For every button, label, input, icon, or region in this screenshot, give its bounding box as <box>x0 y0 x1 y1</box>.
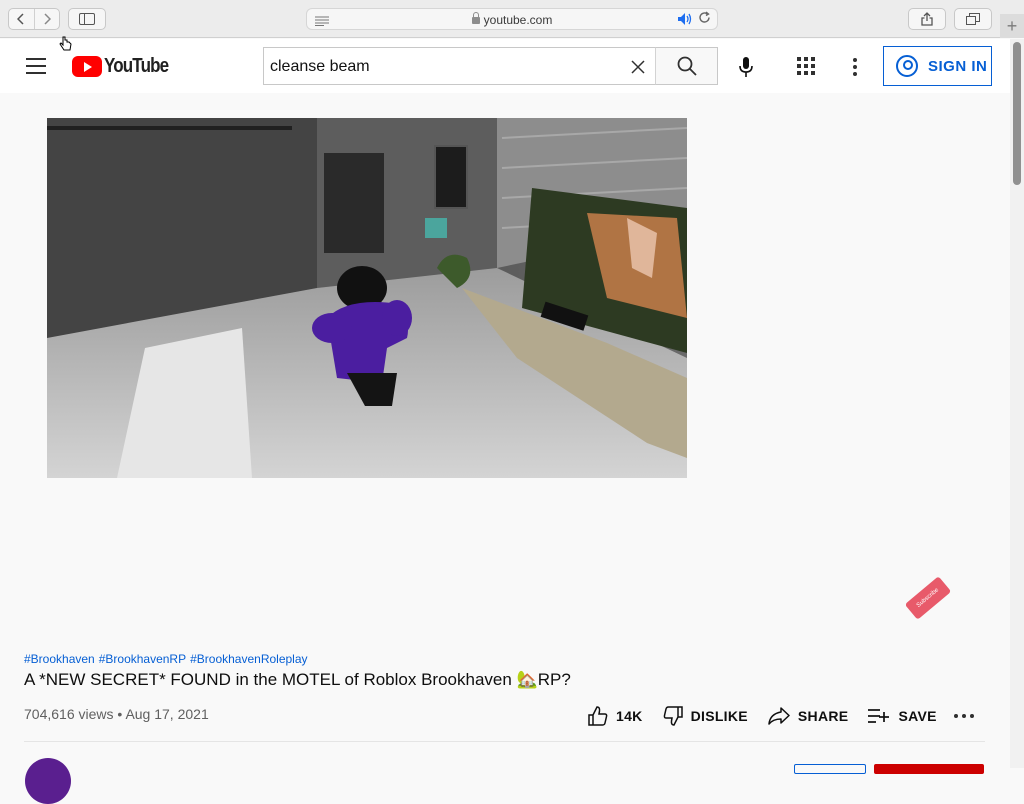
video-actions: 14K DISLIKE SHARE SAVE <box>588 704 957 728</box>
page-scrollbar[interactable] <box>1010 39 1024 768</box>
share-button[interactable]: SHARE <box>768 707 849 725</box>
search-icon <box>677 56 697 76</box>
video-player[interactable] <box>47 118 687 478</box>
logo-wordmark: YouTube <box>104 54 169 77</box>
sign-in-label: SIGN IN <box>928 57 988 75</box>
microphone-icon <box>739 57 753 77</box>
hashtag-link[interactable]: #BrookhavenRP <box>99 652 186 666</box>
search-button[interactable] <box>655 47 718 85</box>
subscribe-button[interactable] <box>874 764 984 774</box>
like-count: 14K <box>616 708 643 724</box>
share-sheet-icon <box>921 12 933 26</box>
playlist-add-icon <box>868 709 890 723</box>
reload-icon[interactable] <box>698 11 711 27</box>
meta-separator: • <box>117 706 123 722</box>
url-text: youtube.com <box>483 13 553 27</box>
audio-playing-icon[interactable] <box>677 12 693 29</box>
more-actions-icon[interactable] <box>954 708 974 724</box>
sidebar-icon <box>79 13 95 25</box>
youtube-play-icon <box>72 55 102 77</box>
sidebar-toggle-button[interactable] <box>68 8 106 30</box>
sign-in-button[interactable]: SIGN IN <box>883 46 992 86</box>
watermark-label: Subscribe <box>915 587 941 609</box>
share-label: SHARE <box>797 708 849 724</box>
address-url: youtube.com <box>307 12 717 27</box>
hashtag-list: #Brookhaven #BrookhavenRP #BrookhavenRolep… <box>24 652 312 666</box>
dislike-button[interactable]: DISLIKE <box>663 706 748 726</box>
subscribe-watermark-button[interactable]: Subscribe <box>904 576 952 620</box>
voice-search-button[interactable] <box>734 55 758 79</box>
save-button[interactable]: SAVE <box>868 708 936 724</box>
save-label: SAVE <box>898 708 937 724</box>
video-frame <box>47 118 687 478</box>
plus-icon: + <box>1006 16 1018 36</box>
mouse-cursor-icon <box>59 36 73 55</box>
back-button[interactable] <box>9 9 34 29</box>
apps-grid-icon[interactable] <box>797 57 817 77</box>
chevron-right-icon <box>44 13 51 25</box>
youtube-header: YouTube cleanse beam SIGN IN <box>0 39 1010 93</box>
like-button[interactable]: 14K <box>588 706 643 726</box>
upload-date: Aug 17, 2021 <box>125 706 209 722</box>
tabs-icon <box>966 13 980 25</box>
address-bar[interactable]: youtube.com <box>306 8 718 30</box>
channel-avatar[interactable] <box>25 758 71 804</box>
dislike-label: DISLIKE <box>690 708 748 724</box>
clear-search-icon[interactable] <box>631 55 645 79</box>
scrollbar-thumb[interactable] <box>1013 42 1021 185</box>
thumbs-down-icon <box>663 706 683 726</box>
history-nav <box>8 8 60 30</box>
search-input[interactable]: cleanse beam <box>263 47 656 85</box>
browser-toolbar: youtube.com + <box>0 0 1024 38</box>
share-arrow-icon <box>768 707 790 725</box>
new-tab-button[interactable]: + <box>1000 14 1024 38</box>
view-count: 704,616 views <box>24 706 114 722</box>
tab-overview-button[interactable] <box>954 8 992 30</box>
section-divider <box>24 741 985 742</box>
lock-icon <box>471 12 480 24</box>
hashtag-link[interactable]: #Brookhaven <box>24 652 95 666</box>
video-meta: 704,616 views • Aug 17, 2021 <box>24 706 209 722</box>
youtube-logo[interactable]: YouTube <box>72 55 180 77</box>
chevron-left-icon <box>17 13 24 25</box>
join-button[interactable] <box>794 764 866 774</box>
forward-button[interactable] <box>33 9 60 29</box>
video-title: A *NEW SECRET* FOUND in the MOTEL of Rob… <box>24 670 571 689</box>
menu-icon[interactable] <box>26 58 46 74</box>
share-page-button[interactable] <box>908 8 946 30</box>
search-query: cleanse beam <box>270 58 370 75</box>
thumbs-up-icon <box>588 706 608 726</box>
user-avatar-icon <box>896 55 918 77</box>
hashtag-link[interactable]: #BrookhavenRoleplay <box>190 652 307 666</box>
settings-more-icon[interactable] <box>846 55 864 79</box>
